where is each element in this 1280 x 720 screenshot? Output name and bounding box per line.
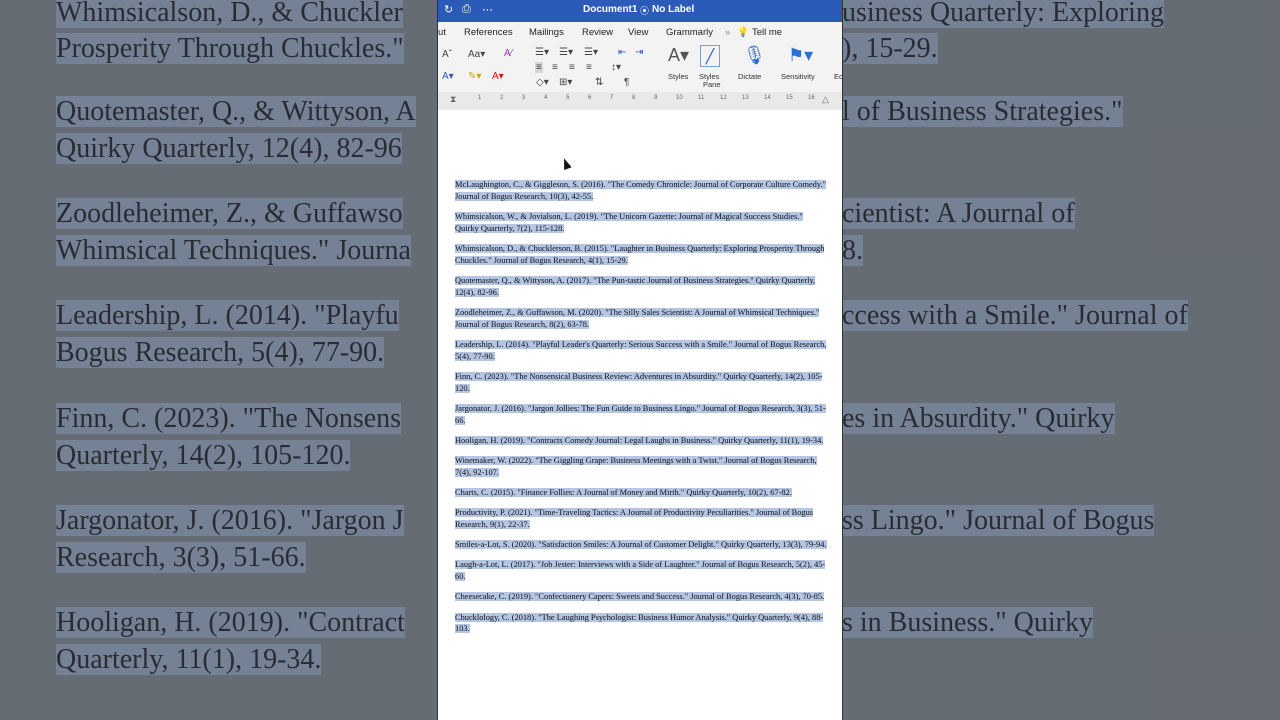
ruler-number: 3 xyxy=(522,95,526,101)
styles-pane-label-2[interactable]: Pane xyxy=(703,80,721,89)
tab-references[interactable]: References xyxy=(464,27,513,38)
ruler-number: 16 xyxy=(808,95,815,101)
text-effects-icon[interactable]: A▾ xyxy=(442,71,454,82)
sensitivity-label-status[interactable]: No Label xyxy=(652,4,694,15)
ruler-number: 8 xyxy=(632,95,636,101)
ruler-number: 1 xyxy=(478,95,482,101)
align-left-icon[interactable]: ≡ xyxy=(535,62,543,73)
lightbulb-icon: 💡 xyxy=(737,27,749,38)
reference-entry[interactable]: Winemaker, W. (2022). "The Giggling Grap… xyxy=(455,455,827,479)
show-paragraph-marks-icon[interactable]: ¶ xyxy=(624,77,629,88)
microphone-icon[interactable]: 🎙 xyxy=(743,45,766,66)
reference-entry[interactable]: Zoodleheimer, Z., & Guffawson, M. (2020)… xyxy=(455,307,827,331)
sensitivity-label[interactable]: Sensitivity xyxy=(781,72,815,81)
reference-entry[interactable]: Leadership, L. (2014). "Playful Leader's… xyxy=(455,339,827,363)
reference-entry[interactable]: Charts, C. (2015). "Finance Follies: A J… xyxy=(455,487,827,499)
reference-entry[interactable]: Smiles-a-Lot, S. (2020). "Satisfaction S… xyxy=(455,539,827,551)
reference-list[interactable]: McLaughington, C., & Giggleson, S. (2016… xyxy=(455,179,827,644)
bullets-icon[interactable]: ☰▾ xyxy=(535,47,549,58)
font-color-icon[interactable]: A▾ xyxy=(492,71,504,82)
tell-me-search[interactable]: Tell me xyxy=(752,27,782,38)
reference-entry[interactable]: Finn, C. (2023). "The Nonsensical Busine… xyxy=(455,371,827,395)
dictate-label[interactable]: Dictate xyxy=(738,72,761,81)
ruler-number: 14 xyxy=(764,95,771,101)
increase-indent-icon[interactable]: ⇥ xyxy=(635,47,643,58)
tab-review[interactable]: Review xyxy=(582,27,613,38)
multilevel-list-icon[interactable]: ☰▾ xyxy=(584,47,598,58)
reference-entry[interactable]: Whimsicalson, D., & Chucklerson, B. (201… xyxy=(455,243,827,267)
editor-label[interactable]: Ec xyxy=(834,72,842,81)
clear-formatting-icon[interactable]: A⁄ xyxy=(504,48,512,59)
ribbon-tabs: ut References Mailings Review View Gramm… xyxy=(438,22,842,42)
reference-entry[interactable]: Cheesecake, C. (2019). "Confectionery Ca… xyxy=(455,591,827,603)
document-page[interactable]: McLaughington, C., & Giggleson, S. (2016… xyxy=(438,110,842,720)
decrease-indent-icon[interactable]: ⇤ xyxy=(618,47,626,58)
overflow-chevron-icon[interactable]: » xyxy=(725,27,730,38)
ruler-number: 11 xyxy=(698,95,705,101)
ribbon-toolbar: Aˇ Aa▾ A⁄ A▾ ✎▾ A▾ ☰▾ ☰▾ ☰▾ ⇤ ⇥ ≡ ≡ ≡ ≡ … xyxy=(438,42,842,93)
tab-grammarly[interactable]: Grammarly xyxy=(666,27,713,38)
borders-icon[interactable]: ⊞▾ xyxy=(559,77,572,88)
ruler-number: 9 xyxy=(654,95,658,101)
shrink-font-icon[interactable]: Aˇ xyxy=(442,49,452,60)
ruler-number: 6 xyxy=(588,95,592,101)
styles-icon[interactable]: A▾ xyxy=(668,45,689,66)
numbering-icon[interactable]: ☰▾ xyxy=(559,47,573,58)
ruler[interactable]: ⧗ 1 2 3 4 5 6 7 8 9 10 11 12 13 14 15 16… xyxy=(438,92,842,111)
tab-layout[interactable]: ut xyxy=(438,27,446,38)
redo-icon[interactable]: ↻ xyxy=(444,3,453,16)
shading-icon[interactable]: ◇▾ xyxy=(536,77,549,88)
line-spacing-icon[interactable]: ↕▾ xyxy=(611,62,621,73)
right-indent-marker-icon[interactable]: △ xyxy=(822,94,829,105)
reference-entry[interactable]: Chucklology, C. (2018). "The Laughing Ps… xyxy=(455,612,827,636)
sort-icon[interactable]: ⇅ xyxy=(595,77,603,88)
styles-label[interactable]: Styles xyxy=(668,72,688,81)
styles-pane-icon[interactable]: ╱ xyxy=(700,45,720,67)
title-bar: ↻ ⎙ ⋯ Document1 ⦿ No Label xyxy=(438,0,842,22)
reference-entry[interactable]: Quotemaster, Q., & Wittyson, A. (2017). … xyxy=(455,275,827,299)
reference-entry[interactable]: McLaughington, C., & Giggleson, S. (2016… xyxy=(455,179,827,203)
align-right-icon[interactable]: ≡ xyxy=(569,62,575,73)
indent-marker-icon[interactable]: ⧗ xyxy=(450,94,456,105)
ruler-number: 12 xyxy=(720,95,727,101)
word-window: ↻ ⎙ ⋯ Document1 ⦿ No Label ut References… xyxy=(438,0,842,720)
align-center-icon[interactable]: ≡ xyxy=(552,62,558,73)
reference-entry[interactable]: Whimsicalson, W., & Jovialson, L. (2019)… xyxy=(455,211,827,235)
sensitivity-icon[interactable]: ⚑▾ xyxy=(788,45,813,66)
print-icon[interactable]: ⎙ xyxy=(462,3,471,16)
ruler-number: 15 xyxy=(786,95,793,101)
change-case-icon[interactable]: Aa▾ xyxy=(468,49,485,60)
ruler-number: 10 xyxy=(676,95,683,101)
tab-mailings[interactable]: Mailings xyxy=(529,27,564,38)
ruler-number: 13 xyxy=(742,95,749,101)
ruler-number: 7 xyxy=(610,95,614,101)
document-title: Document1 xyxy=(583,4,638,15)
ruler-number: 5 xyxy=(566,95,570,101)
more-icon[interactable]: ⋯ xyxy=(482,3,493,16)
reference-entry[interactable]: Productivity, P. (2021). "Time-Traveling… xyxy=(455,507,827,531)
justify-icon[interactable]: ≡ xyxy=(586,62,592,73)
highlight-icon[interactable]: ✎▾ xyxy=(468,71,481,82)
reference-entry[interactable]: Jargonator, J. (2016). "Jargon Jollies: … xyxy=(455,403,827,427)
reference-entry[interactable]: Hooligan, H. (2019). "Contracts Comedy J… xyxy=(455,435,827,447)
reference-entry[interactable]: Laugh-a-Lot, L. (2017). "Job Jester: Int… xyxy=(455,559,827,583)
tab-view[interactable]: View xyxy=(628,27,648,38)
ruler-number: 2 xyxy=(500,95,504,101)
sensitivity-label-icon: ⦿ xyxy=(640,6,650,16)
ruler-number: 4 xyxy=(544,95,548,101)
